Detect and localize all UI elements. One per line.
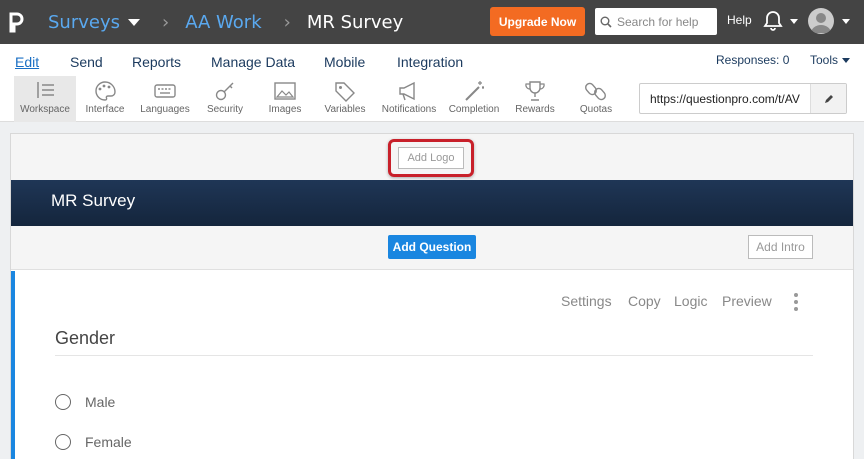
keyboard-icon bbox=[154, 84, 176, 98]
search-placeholder: Search for help bbox=[617, 14, 699, 29]
main-menu: Edit Send Reports Manage Data Mobile Int… bbox=[0, 44, 864, 76]
questionpro-logo-icon[interactable] bbox=[0, 0, 32, 44]
help-link[interactable]: Help bbox=[727, 13, 752, 27]
option-label: Male bbox=[85, 394, 116, 410]
tool-images[interactable]: Images bbox=[254, 76, 316, 122]
menu-item-manage-data[interactable]: Manage Data bbox=[211, 54, 295, 70]
add-logo-highlight: Add Logo bbox=[388, 139, 474, 177]
survey-banner: MR Survey bbox=[11, 180, 853, 226]
image-icon bbox=[274, 82, 296, 100]
surveys-label: Surveys bbox=[48, 11, 120, 33]
add-intro-button[interactable]: Add Intro bbox=[748, 235, 813, 259]
logo-area: Add Logo bbox=[11, 134, 853, 180]
avatar[interactable] bbox=[808, 8, 834, 34]
question-divider bbox=[55, 355, 813, 356]
tool-label: Quotas bbox=[579, 104, 613, 115]
menu-item-mobile[interactable]: Mobile bbox=[324, 54, 365, 70]
palette-icon bbox=[95, 81, 116, 101]
trophy-icon bbox=[525, 81, 545, 101]
option-male[interactable]: Male bbox=[55, 394, 115, 410]
menu-item-edit[interactable]: Edit bbox=[15, 54, 39, 70]
survey-canvas: Add Logo MR Survey Add Question Add Intr… bbox=[10, 133, 854, 459]
add-question-button[interactable]: Add Question bbox=[388, 235, 476, 259]
tool-label: Workspace bbox=[20, 104, 70, 115]
breadcrumb-separator-icon: › bbox=[283, 11, 291, 33]
option-female[interactable]: Female bbox=[55, 434, 132, 450]
tool-rewards[interactable]: Rewards bbox=[504, 76, 566, 122]
workspace-icon bbox=[37, 82, 54, 98]
chevron-down-icon bbox=[842, 58, 851, 64]
tool-variables[interactable]: Variables bbox=[314, 76, 376, 122]
pencil-icon[interactable] bbox=[810, 84, 846, 113]
key-icon bbox=[215, 82, 234, 101]
tool-interface[interactable]: Interface bbox=[74, 76, 136, 122]
tool-label: Interface bbox=[85, 104, 125, 115]
survey-banner-title[interactable]: MR Survey bbox=[51, 191, 135, 211]
tool-label: Completion bbox=[448, 104, 500, 115]
magic-wand-icon bbox=[465, 81, 484, 101]
question-bar: Add Question Add Intro bbox=[11, 226, 853, 270]
survey-url-text: https://questionpro.com/t/AV bbox=[650, 91, 800, 106]
page-title: MR Survey bbox=[306, 11, 404, 33]
search-icon bbox=[600, 16, 612, 28]
question-block[interactable]: Settings Copy Logic Preview Gender Male … bbox=[11, 271, 853, 459]
question-title[interactable]: Gender bbox=[55, 328, 115, 349]
breadcrumb-separator-icon: › bbox=[162, 11, 170, 33]
tools-label: Tools bbox=[810, 53, 839, 67]
breadcrumb-folder[interactable]: AA Work bbox=[185, 12, 261, 33]
tool-security[interactable]: Security bbox=[194, 76, 256, 122]
question-copy-link[interactable]: Copy bbox=[628, 293, 661, 309]
chevron-down-icon[interactable] bbox=[790, 19, 798, 24]
question-settings-link[interactable]: Settings bbox=[561, 293, 612, 309]
upgrade-now-button[interactable]: Upgrade Now bbox=[490, 7, 585, 36]
tool-label: Languages bbox=[140, 104, 190, 115]
tool-quotas[interactable]: Quotas bbox=[565, 76, 627, 122]
tool-completion[interactable]: Completion bbox=[443, 76, 505, 122]
tool-workspace[interactable]: Workspace bbox=[14, 76, 76, 122]
more-options-icon[interactable] bbox=[794, 293, 798, 314]
tool-label: Notifications bbox=[381, 104, 437, 115]
tag-icon bbox=[335, 82, 355, 102]
bell-icon[interactable] bbox=[761, 9, 785, 37]
chain-link-icon bbox=[585, 82, 606, 101]
option-label: Female bbox=[85, 434, 132, 450]
top-bar: Surveys › AA Work › MR Survey Upgrade No… bbox=[0, 0, 864, 44]
tool-notifications[interactable]: Notifications bbox=[378, 76, 440, 122]
tool-label: Rewards bbox=[515, 104, 555, 115]
question-logic-link[interactable]: Logic bbox=[674, 293, 707, 309]
chevron-down-icon[interactable] bbox=[842, 19, 850, 24]
tool-languages[interactable]: Languages bbox=[134, 76, 196, 122]
add-logo-button[interactable]: Add Logo bbox=[398, 147, 464, 169]
tool-label: Security bbox=[206, 104, 244, 115]
tool-label: Variables bbox=[324, 104, 366, 115]
help-search-input[interactable]: Search for help bbox=[595, 8, 717, 35]
edit-toolbar: Workspace Interface Languages Security I… bbox=[0, 76, 864, 122]
responses-count[interactable]: Responses: 0 bbox=[716, 53, 789, 67]
menu-item-integration[interactable]: Integration bbox=[397, 54, 463, 70]
tool-label: Images bbox=[268, 104, 302, 115]
megaphone-icon bbox=[399, 81, 415, 101]
radio-button[interactable] bbox=[55, 434, 71, 450]
surveys-dropdown[interactable]: Surveys bbox=[48, 12, 140, 33]
survey-url-field[interactable]: https://questionpro.com/t/AV bbox=[639, 83, 847, 114]
tools-dropdown[interactable]: Tools bbox=[810, 53, 851, 67]
menu-item-send[interactable]: Send bbox=[70, 54, 103, 70]
chevron-down-icon bbox=[128, 18, 140, 26]
question-preview-link[interactable]: Preview bbox=[722, 293, 772, 309]
radio-button[interactable] bbox=[55, 394, 71, 410]
menu-item-reports[interactable]: Reports bbox=[132, 54, 181, 70]
